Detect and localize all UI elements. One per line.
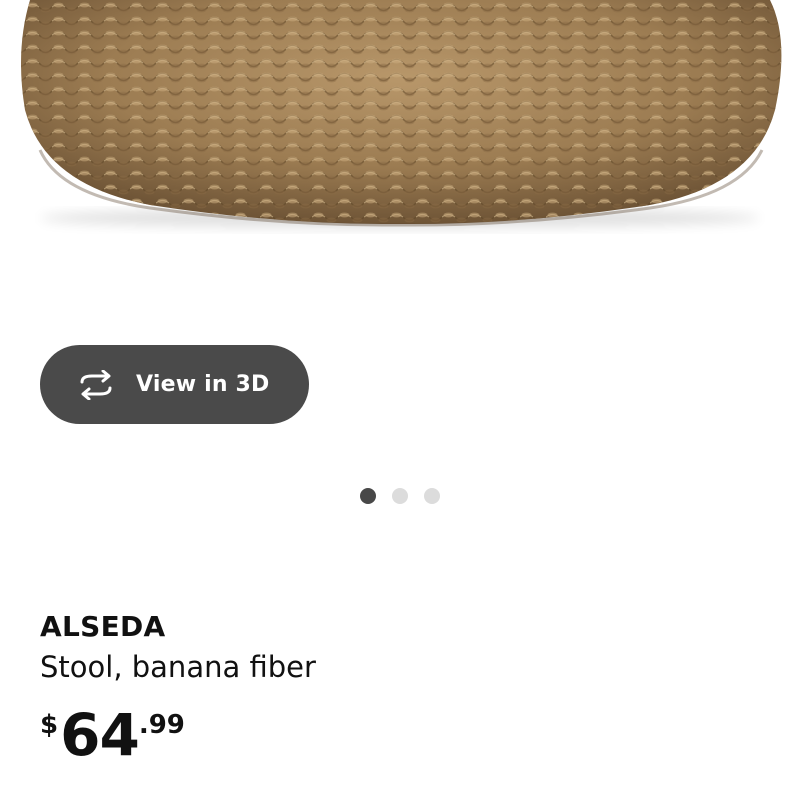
carousel-dot-1[interactable]	[360, 488, 376, 504]
price-currency: $	[40, 710, 59, 740]
carousel-dot-3[interactable]	[424, 488, 440, 504]
carousel-dot-2[interactable]	[392, 488, 408, 504]
product-image[interactable]	[0, 0, 800, 350]
price-whole: 64	[60, 701, 140, 769]
price-cents: .99	[138, 710, 185, 740]
carousel-indicator	[360, 488, 440, 504]
product-description: Stool, banana fiber	[40, 650, 316, 684]
view-in-3d-button[interactable]: View in 3D	[40, 345, 309, 424]
woven-stool-image	[21, 0, 782, 228]
product-price: $ 64 .99	[40, 704, 185, 766]
product-name: ALSEDA	[40, 610, 166, 643]
rotate-3d-icon	[74, 369, 118, 400]
view-in-3d-label: View in 3D	[136, 372, 270, 397]
